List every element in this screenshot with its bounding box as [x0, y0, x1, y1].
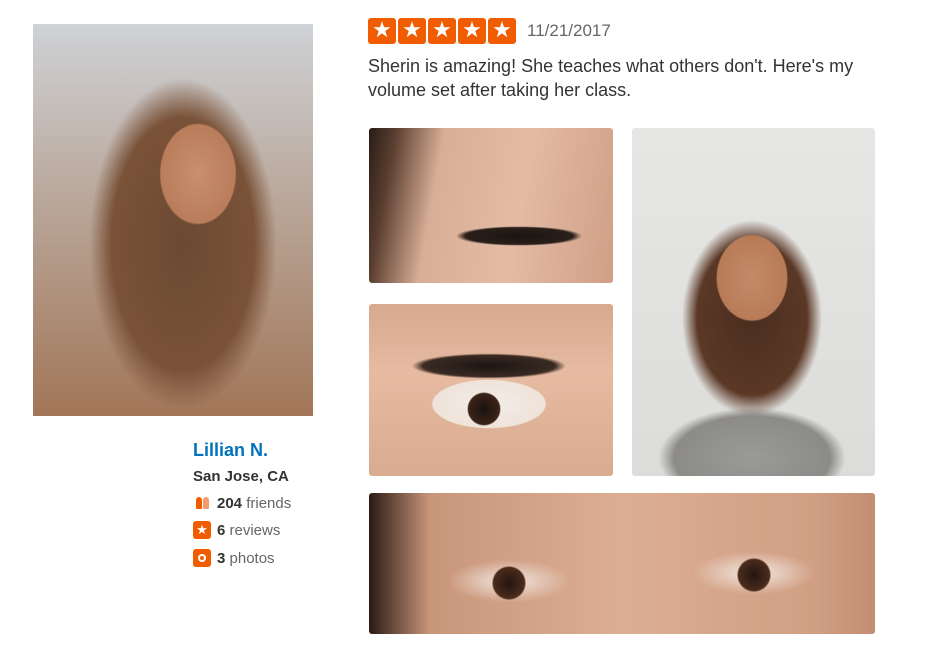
review-photo-eye-open[interactable]	[369, 304, 613, 476]
camera-icon	[193, 549, 211, 567]
review-photo-portrait[interactable]	[632, 128, 875, 476]
user-name-link[interactable]: Lillian N.	[193, 440, 268, 461]
star-rating: ★ ★ ★ ★ ★	[368, 18, 516, 44]
friends-stat: 204 friends	[193, 494, 291, 512]
star-icon: ★	[488, 18, 516, 44]
star-icon: ★	[398, 18, 426, 44]
review-text: Sherin is amazing! She teaches what othe…	[368, 56, 854, 100]
star-icon: ★	[368, 18, 396, 44]
photos-count: 3	[217, 549, 226, 567]
user-avatar[interactable]	[33, 24, 313, 416]
star-icon: ★	[458, 18, 486, 44]
star-icon: ★	[428, 18, 456, 44]
photos-label: photos	[229, 549, 275, 567]
friends-count: 204	[217, 494, 243, 512]
reviews-stat: ★ 6 reviews	[193, 521, 280, 539]
photos-stat: 3 photos	[193, 549, 275, 567]
reviews-count: 6	[217, 521, 226, 539]
review-photo-both-eyes[interactable]	[369, 493, 875, 634]
user-location: San Jose, CA	[193, 468, 289, 485]
review-photo-eye-closed[interactable]	[369, 128, 613, 283]
reviews-label: reviews	[229, 521, 281, 539]
friends-icon	[193, 494, 211, 512]
friends-label: friends	[246, 494, 292, 512]
review-star-icon: ★	[193, 521, 211, 539]
review-date: 11/21/2017	[527, 21, 611, 40]
